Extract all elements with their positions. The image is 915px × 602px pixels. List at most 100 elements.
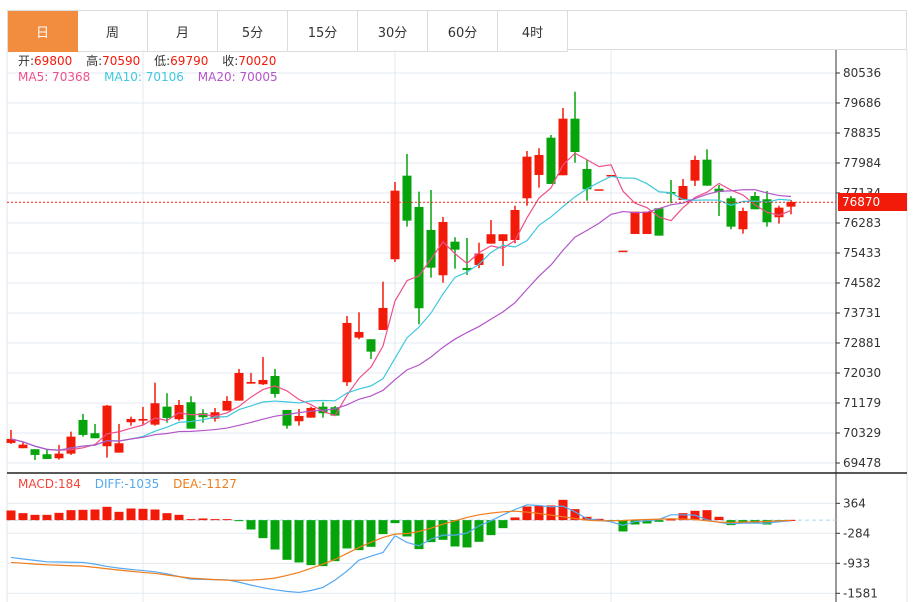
ma5-line [10, 152, 792, 451]
macd-bar [450, 520, 460, 547]
macd-tick-label: 364 [843, 496, 866, 510]
price-tick-label: 75433 [843, 246, 881, 260]
macd-tick-label: -284 [843, 526, 870, 540]
candle-body [558, 118, 568, 176]
macd-bar [246, 520, 256, 530]
candle-body [618, 250, 628, 253]
candle-body [90, 433, 100, 439]
macd-bar [90, 509, 100, 521]
macd-bar [522, 506, 532, 521]
kline-chart[interactable]: 8053679686788357798477134762837543374582… [0, 0, 915, 602]
macd-bar [138, 508, 148, 521]
macd-bar [474, 520, 484, 542]
candle-body [498, 234, 508, 241]
macd-bar [222, 519, 232, 521]
candle-body [54, 453, 64, 459]
price-tick-label: 70329 [843, 426, 881, 440]
price-tick-label: 74582 [843, 276, 881, 290]
macd-bar [54, 512, 64, 521]
candle-body [18, 444, 28, 449]
candle-body [150, 403, 160, 425]
candle-body [414, 206, 424, 309]
macd-bar [30, 514, 40, 521]
current-price-tag: 76870 [838, 193, 907, 211]
macd-bar [546, 505, 556, 521]
price-tick-label: 73731 [843, 306, 881, 320]
macd-bar [162, 513, 172, 521]
macd-bar [378, 520, 388, 535]
macd-bar [174, 514, 184, 521]
candle-body [174, 404, 184, 420]
candle-body [654, 208, 664, 236]
candle-body [534, 154, 544, 175]
macd-bar [318, 520, 328, 567]
macd-bar [234, 520, 244, 522]
price-tick-label: 69478 [843, 456, 881, 470]
ma10-legend: MA10: 70106 [104, 70, 184, 84]
candle-body [702, 159, 712, 186]
macd-bar [198, 518, 208, 521]
macd-bar [306, 520, 316, 566]
macd-bar [18, 513, 28, 521]
candle-body [282, 409, 292, 426]
open-value: 69800 [34, 54, 73, 68]
macd-bar [294, 520, 304, 563]
diff-value: DIFF:-1035 [94, 477, 160, 491]
price-tick-label: 78835 [843, 126, 881, 140]
open-label: 开: [18, 54, 35, 68]
candle-body [630, 211, 640, 234]
close-value: 70020 [238, 54, 277, 68]
candle-body [570, 118, 580, 152]
candle-body [294, 415, 304, 422]
candle-body [162, 406, 172, 418]
candle-body [306, 407, 316, 418]
ma-legend: MA5: 70368 MA10: 70106 MA20: 70005 [18, 70, 278, 84]
macd-bar [666, 519, 676, 521]
ma5-legend: MA5: 70368 [18, 70, 91, 84]
candle-body [522, 156, 532, 199]
dea-line [10, 510, 792, 581]
candle-body [186, 402, 196, 429]
macd-bar [714, 516, 724, 521]
price-tick-label: 80536 [843, 66, 881, 80]
dea-value: DEA:-1127 [173, 477, 237, 491]
macd-tick-label: -1581 [843, 586, 878, 600]
candle-body [66, 436, 76, 454]
candle-body [378, 307, 388, 330]
candle-body [546, 137, 556, 184]
price-tick-label: 79686 [843, 96, 881, 110]
macd-legend: MACD:184 DIFF:-1035 DEA:-1127 [18, 477, 237, 491]
low-label: 低: [154, 54, 171, 68]
macd-bar [102, 506, 112, 521]
low-value: 69790 [170, 54, 209, 68]
macd-bar [510, 517, 520, 521]
candle-body [342, 322, 352, 383]
high-label: 高: [86, 54, 103, 68]
candle-body [78, 419, 88, 435]
macd-bar [78, 509, 88, 521]
macd-bar [390, 520, 400, 524]
candle-body [30, 449, 40, 455]
macd-bar [258, 520, 268, 539]
candle-body [114, 443, 124, 453]
candle-body [390, 190, 400, 260]
candle-body [42, 454, 52, 459]
candle-body [138, 418, 148, 421]
price-tick-label: 77984 [843, 156, 881, 170]
macd-tick-label: -933 [843, 556, 870, 570]
macd-bar [186, 519, 196, 521]
candle-body [642, 211, 652, 234]
price-tick-label: 72030 [843, 366, 881, 380]
candle-body [366, 339, 376, 352]
high-value: 70590 [102, 54, 141, 68]
candle-body [234, 372, 244, 401]
macd-bar [330, 520, 340, 562]
ma20-legend: MA20: 70005 [197, 70, 278, 84]
candle-body [486, 234, 496, 244]
macd-bar [210, 519, 220, 521]
candle-body [270, 375, 280, 394]
price-tick-label: 76283 [843, 216, 881, 230]
candle-body [426, 229, 436, 268]
price-tick-label: 72881 [843, 336, 881, 350]
candle-body [126, 418, 136, 423]
